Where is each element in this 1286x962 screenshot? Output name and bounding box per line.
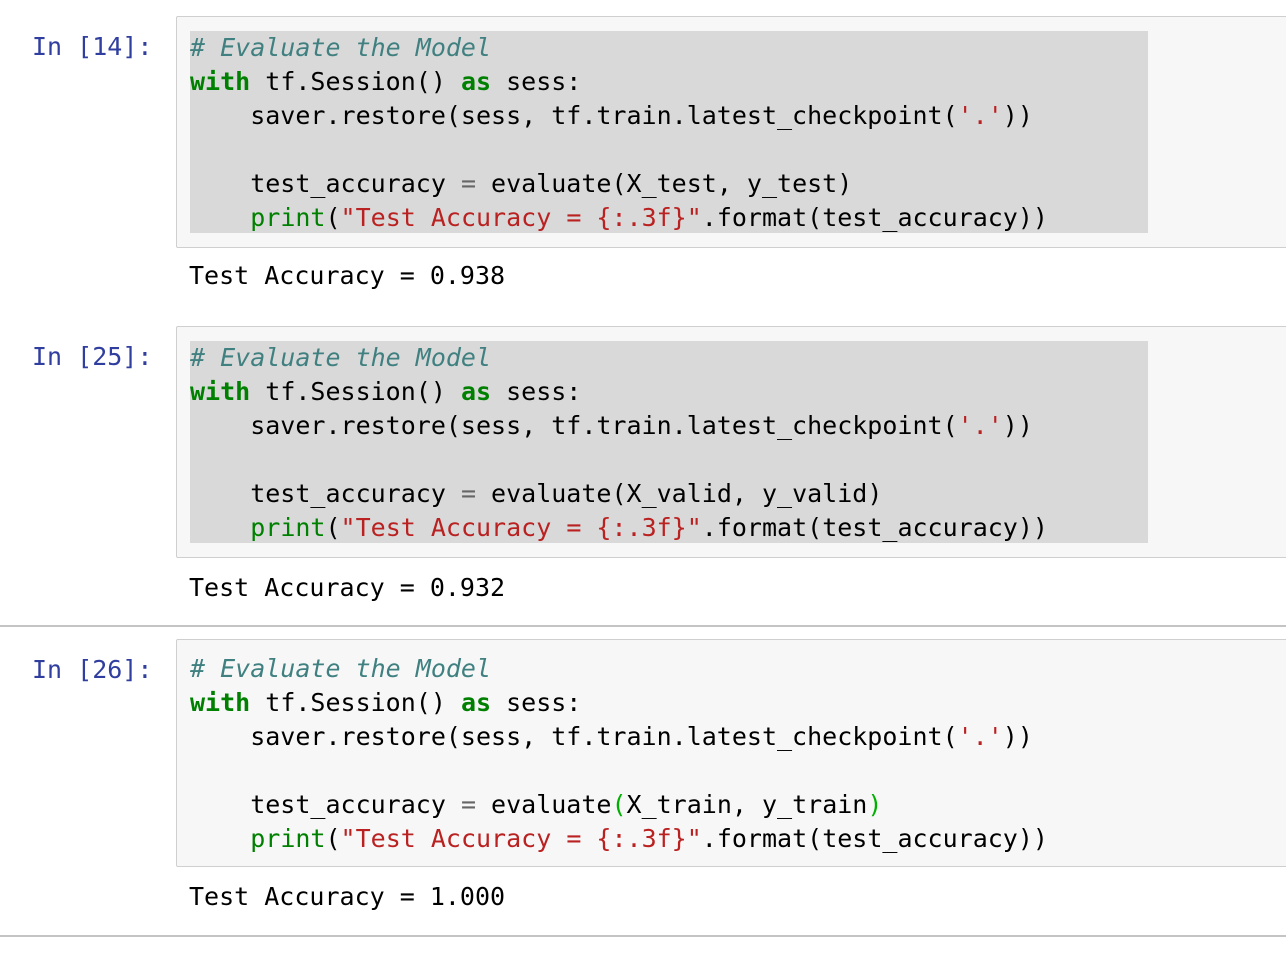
code-text: tf.Session() (250, 377, 461, 406)
code-line: # Evaluate the Model (190, 652, 1048, 686)
code-line: print("Test Accuracy = {:.3f}".format(te… (190, 822, 1048, 856)
keyword-with: with (190, 67, 251, 96)
code-text: )) (1002, 722, 1033, 751)
cell-output: Test Accuracy = 0.932 (189, 573, 506, 602)
code-input-area[interactable]: # Evaluate the Model with tf.Session() a… (176, 16, 1286, 248)
code-operator: = (460, 790, 476, 819)
keyword-as: as (460, 688, 492, 717)
code-text: ( (325, 513, 341, 542)
code-text: ( (325, 824, 341, 853)
code-text: test_accuracy (190, 790, 461, 819)
code-comment: # Evaluate the Model (190, 654, 492, 683)
cell-divider (0, 935, 1286, 937)
code-line: saver.restore(sess, tf.train.latest_chec… (190, 720, 1048, 754)
code-line: test_accuracy = evaluate(X_test, y_test) (190, 167, 1048, 201)
code-operator: = (460, 479, 476, 508)
code-line: saver.restore(sess, tf.train.latest_chec… (190, 99, 1048, 133)
input-prompt: In [25]: (32, 342, 153, 371)
code-text: tf.Session() (250, 688, 461, 717)
matching-bracket-open: ( (611, 790, 627, 819)
code-text: test_accuracy (190, 169, 461, 198)
code-line: with tf.Session() as sess: (190, 65, 1048, 99)
code-line: # Evaluate the Model (190, 341, 1048, 375)
builtin-print: print (250, 203, 326, 232)
keyword-as: as (460, 377, 492, 406)
code-line (190, 443, 1048, 477)
code-blank (190, 445, 205, 474)
code-comment: # Evaluate the Model (190, 33, 492, 62)
code-cell-26[interactable]: In [26]: # Evaluate the Model with tf.Se… (0, 627, 1286, 937)
input-prompt: In [26]: (32, 655, 153, 684)
cell-output: Test Accuracy = 1.000 (189, 882, 506, 911)
code-string: '.' (957, 722, 1003, 751)
code-operator: = (460, 169, 476, 198)
keyword-with: with (190, 377, 251, 406)
code-text: )) (1002, 101, 1033, 130)
matching-bracket-close: ) (867, 790, 883, 819)
builtin-print: print (250, 824, 326, 853)
code-blank (190, 135, 205, 164)
code-line: test_accuracy = evaluate(X_train, y_trai… (190, 788, 1048, 822)
code-line (190, 754, 1048, 788)
code-string: "Test Accuracy = {:.3f}" (340, 203, 702, 232)
code-line (190, 133, 1048, 167)
keyword-with: with (190, 688, 251, 717)
code-text: saver.restore(sess, tf.train.latest_chec… (190, 722, 958, 751)
keyword-as: as (460, 67, 492, 96)
code-line: saver.restore(sess, tf.train.latest_chec… (190, 409, 1048, 443)
code-line: # Evaluate the Model (190, 31, 1048, 65)
code-text: sess: (491, 377, 582, 406)
code-input-area[interactable]: # Evaluate the Model with tf.Session() a… (176, 326, 1286, 558)
code-text: )) (1002, 411, 1033, 440)
code-input-area[interactable]: # Evaluate the Model with tf.Session() a… (176, 639, 1286, 867)
code-line: print("Test Accuracy = {:.3f}".format(te… (190, 201, 1048, 235)
code-text: .format(test_accuracy)) (701, 203, 1048, 232)
code-text: .format(test_accuracy)) (701, 513, 1048, 542)
code-text: ( (325, 203, 341, 232)
code-cell-14[interactable]: In [14]: # Evaluate the Model with tf.Se… (0, 0, 1286, 310)
code-text: tf.Session() (250, 67, 461, 96)
input-prompt: In [14]: (32, 32, 153, 61)
code-line: with tf.Session() as sess: (190, 686, 1048, 720)
code-text: evaluate(X_test, y_test) (476, 169, 853, 198)
code-line: test_accuracy = evaluate(X_valid, y_vali… (190, 477, 1048, 511)
code-text: saver.restore(sess, tf.train.latest_chec… (190, 411, 958, 440)
code-line: print("Test Accuracy = {:.3f}".format(te… (190, 511, 1048, 545)
code-editor[interactable]: # Evaluate the Model with tf.Session() a… (190, 31, 1048, 235)
code-line: with tf.Session() as sess: (190, 375, 1048, 409)
code-cell-25[interactable]: In [25]: # Evaluate the Model with tf.Se… (0, 310, 1286, 625)
cell-output: Test Accuracy = 0.938 (189, 261, 506, 290)
notebook: In [14]: # Evaluate the Model with tf.Se… (0, 0, 1286, 962)
code-string: "Test Accuracy = {:.3f}" (340, 513, 702, 542)
code-string: '.' (957, 411, 1003, 440)
code-text: sess: (491, 67, 582, 96)
code-editor[interactable]: # Evaluate the Model with tf.Session() a… (190, 652, 1048, 856)
code-string: "Test Accuracy = {:.3f}" (340, 824, 702, 853)
code-text: evaluate(X_valid, y_valid) (476, 479, 883, 508)
code-text: evaluate (476, 790, 612, 819)
code-text: test_accuracy (190, 479, 461, 508)
code-string: '.' (957, 101, 1003, 130)
code-text: X_train, y_train (626, 790, 868, 819)
code-text: saver.restore(sess, tf.train.latest_chec… (190, 101, 958, 130)
code-text: .format(test_accuracy)) (701, 824, 1048, 853)
code-comment: # Evaluate the Model (190, 343, 492, 372)
builtin-print: print (250, 513, 326, 542)
code-editor[interactable]: # Evaluate the Model with tf.Session() a… (190, 341, 1048, 545)
code-blank (190, 756, 205, 785)
code-text: sess: (491, 688, 582, 717)
